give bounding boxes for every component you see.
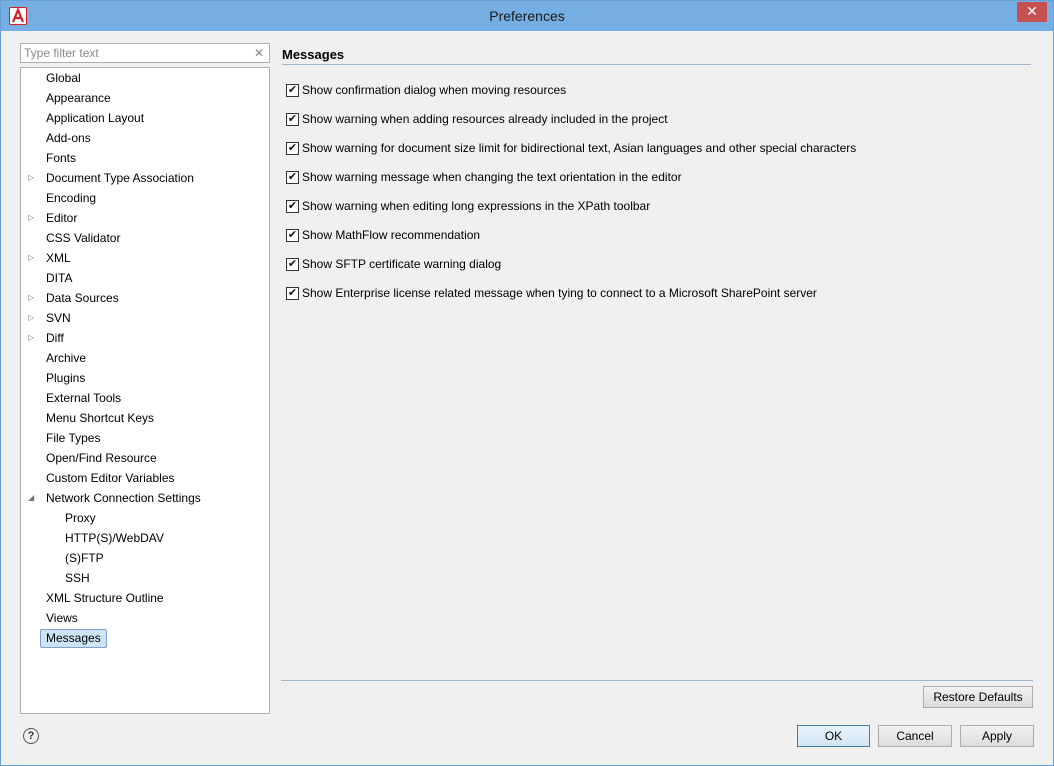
expander-icon[interactable]: ▷ — [28, 308, 38, 328]
tree-item-views[interactable]: Views — [28, 608, 266, 628]
tree-item-messages[interactable]: Messages — [28, 628, 266, 648]
tree-item-label: Views — [46, 611, 78, 625]
tree-item-xml-structure-outline[interactable]: XML Structure Outline — [28, 588, 266, 608]
expander-icon[interactable]: ▷ — [28, 248, 38, 268]
close-button[interactable]: ✕ — [1017, 2, 1047, 22]
tree-item-label: File Types — [46, 431, 101, 445]
tree-item-label: DITA — [46, 271, 73, 285]
tree-item-label: SVN — [46, 311, 71, 325]
tree-item-label: Archive — [46, 351, 87, 365]
tree-item-label: XML Structure Outline — [46, 591, 164, 605]
tree-item-label: CSS Validator — [46, 231, 121, 245]
option-label: Show warning when adding resources alrea… — [302, 112, 668, 126]
tree-item-appearance[interactable]: Appearance — [28, 88, 266, 108]
apply-button[interactable]: Apply — [960, 725, 1034, 747]
tree-item-label: Application Layout — [46, 111, 145, 125]
tree-item-file-types[interactable]: File Types — [28, 428, 266, 448]
option-checkbox[interactable]: ✔ — [286, 171, 299, 184]
tree-item-proxy[interactable]: Proxy — [28, 508, 266, 528]
option-label: Show warning when editing long expressio… — [302, 199, 651, 213]
tree-item-label: Editor — [46, 211, 78, 225]
tree-item-diff[interactable]: ▷ Diff — [28, 328, 266, 348]
expander-icon[interactable]: ◢ — [28, 488, 38, 508]
option-checkbox[interactable]: ✔ — [286, 84, 299, 97]
tree-item-label: Proxy — [65, 511, 96, 525]
tree-item-label: XML — [46, 251, 71, 265]
tree-item-label: Appearance — [46, 91, 111, 105]
tree-item-document-type-association[interactable]: ▷ Document Type Association — [28, 168, 266, 188]
tree-item-xml[interactable]: ▷ XML — [28, 248, 266, 268]
window-title: Preferences — [489, 8, 565, 24]
tree-item-label: Plugins — [46, 371, 86, 385]
tree-item-label: Document Type Association — [46, 171, 194, 185]
tree-item-label: Fonts — [46, 151, 77, 165]
tree-item-menu-shortcut-keys[interactable]: Menu Shortcut Keys — [28, 408, 266, 428]
tree-item-add-ons[interactable]: Add-ons — [28, 128, 266, 148]
tree-item-label: Messages — [40, 629, 107, 648]
option-label: Show SFTP certificate warning dialog — [302, 257, 502, 271]
expander-icon[interactable]: ▷ — [28, 328, 38, 348]
tree-item-encoding[interactable]: Encoding — [28, 188, 266, 208]
tree-item-global[interactable]: Global — [28, 68, 266, 88]
tree-item-label: (S)FTP — [65, 551, 104, 565]
option-label: Show Enterprise license related message … — [302, 286, 817, 300]
option-label: Show MathFlow recommendation — [302, 228, 481, 242]
option-checkbox[interactable]: ✔ — [286, 258, 299, 271]
help-icon[interactable]: ? — [23, 728, 39, 744]
tree-item-plugins[interactable]: Plugins — [28, 368, 266, 388]
option-checkbox[interactable]: ✔ — [286, 229, 299, 242]
clear-icon[interactable]: ✕ — [254, 46, 266, 60]
tree-item-custom-editor-variables[interactable]: Custom Editor Variables — [28, 468, 266, 488]
ok-button[interactable]: OK — [797, 725, 870, 747]
tree-item-archive[interactable]: Archive — [28, 348, 266, 368]
expander-icon[interactable]: ▷ — [28, 168, 38, 188]
tree-item-label: Global — [46, 71, 81, 85]
restore-defaults-button[interactable]: Restore Defaults — [923, 686, 1033, 708]
preferences-tree: Global Appearance Application Layout Add-on… — [20, 67, 270, 714]
tree-item-editor[interactable]: ▷ Editor — [28, 208, 266, 228]
expander-icon[interactable]: ▷ — [28, 208, 38, 228]
option-checkbox[interactable]: ✔ — [286, 287, 299, 300]
bottom-divider — [281, 680, 1033, 681]
page-title: Messages — [282, 47, 345, 62]
option-checkbox[interactable]: ✔ — [286, 200, 299, 213]
tree-item-application-layout[interactable]: Application Layout — [28, 108, 266, 128]
option-label: Show confirmation dialog when moving res… — [302, 83, 567, 97]
tree-item-label: Menu Shortcut Keys — [46, 411, 155, 425]
expander-icon[interactable]: ▷ — [28, 288, 38, 308]
tree-item-external-tools[interactable]: External Tools — [28, 388, 266, 408]
cancel-button[interactable]: Cancel — [878, 725, 952, 747]
filter-field[interactable]: ✕ — [20, 43, 270, 63]
tree-item-label: Diff — [46, 331, 64, 345]
tree-item-label: Encoding — [46, 191, 97, 205]
tree-item-svn[interactable]: ▷ SVN — [28, 308, 266, 328]
title-divider — [282, 64, 1031, 65]
tree-item-fonts[interactable]: Fonts — [28, 148, 266, 168]
filter-input[interactable] — [21, 44, 241, 62]
preferences-window: Preferences ✕ ✕ Global Appearance Applicat… — [0, 0, 1054, 766]
tree-item-label: SSH — [65, 571, 90, 585]
option-checkbox[interactable]: ✔ — [286, 113, 299, 126]
option-label: Show warning message when changing the t… — [302, 170, 682, 184]
option-label: Show warning for document size limit for… — [302, 141, 857, 155]
tree-item-ssh[interactable]: SSH — [28, 568, 266, 588]
tree-item-label: Data Sources — [46, 291, 119, 305]
tree-item-network-connection-settings[interactable]: ◢ Network Connection Settings — [28, 488, 266, 508]
tree-item-label: Custom Editor Variables — [46, 471, 175, 485]
tree-item-css-validator[interactable]: CSS Validator — [28, 228, 266, 248]
tree-item-label: Add-ons — [46, 131, 91, 145]
tree-item-dita[interactable]: DITA — [28, 268, 266, 288]
tree-item-label: Open/Find Resource — [46, 451, 157, 465]
tree-item-label: Network Connection Settings — [46, 491, 201, 505]
tree-item-label: HTTP(S)/WebDAV — [65, 531, 164, 545]
tree-item-data-sources[interactable]: ▷ Data Sources — [28, 288, 266, 308]
title-bar: Preferences ✕ — [1, 1, 1053, 31]
tree-item-http-s-webdav[interactable]: HTTP(S)/WebDAV — [28, 528, 266, 548]
tree-item-open-find-resource[interactable]: Open/Find Resource — [28, 448, 266, 468]
option-checkbox[interactable]: ✔ — [286, 142, 299, 155]
tree-item-label: External Tools — [46, 391, 122, 405]
tree-item-s-ftp[interactable]: (S)FTP — [28, 548, 266, 568]
